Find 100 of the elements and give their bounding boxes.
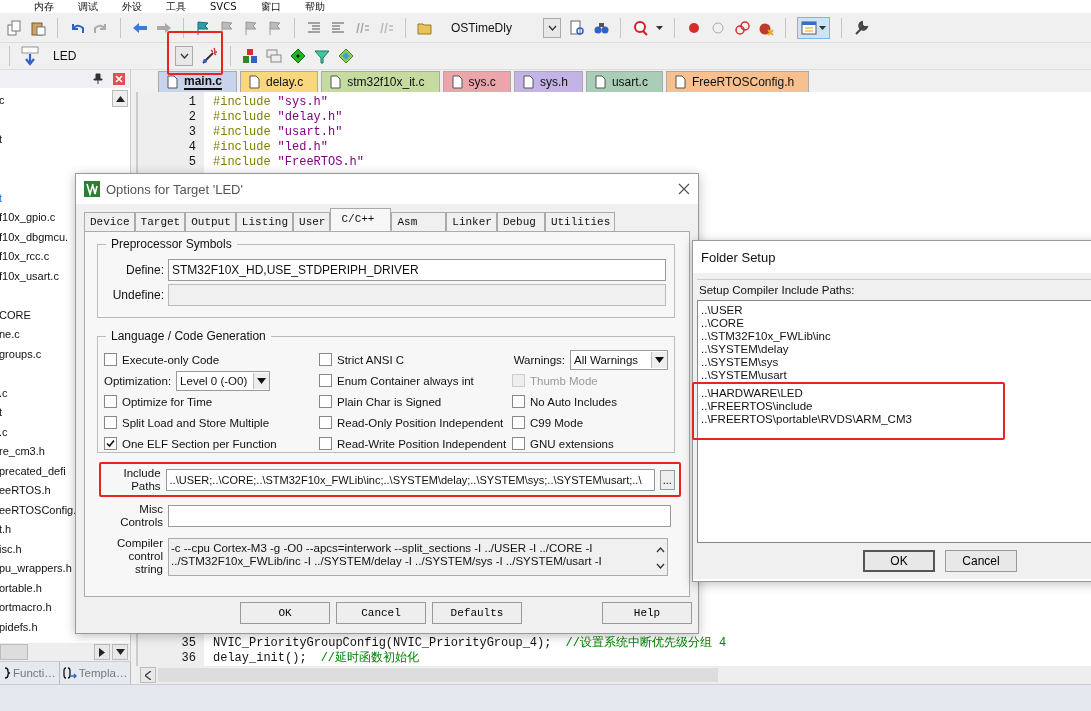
scroll-down-button[interactable]	[112, 644, 128, 660]
dialog-button[interactable]: Defaults	[432, 602, 522, 624]
tree-item[interactable]: t	[0, 188, 3, 208]
tree-item[interactable]: ortmacro.h	[0, 598, 52, 618]
flag-icon[interactable]	[243, 19, 259, 36]
undefine-field[interactable]	[168, 284, 666, 306]
path-item[interactable]: ..\SYSTEM\sys	[701, 356, 779, 369]
blocks-icon[interactable]	[242, 48, 258, 64]
misc-controls-field[interactable]	[168, 505, 671, 527]
path-item[interactable]: ..\FREERTOS\include	[701, 400, 813, 413]
dialog-button[interactable]: Help	[602, 602, 692, 624]
tree-item[interactable]: f10x_dbgmcu.	[0, 227, 69, 247]
menu-item[interactable]: 帮助	[304, 0, 325, 13]
file-tab[interactable]: delay.c	[240, 71, 319, 92]
menu-item[interactable]: 外设	[122, 0, 142, 13]
checkbox[interactable]	[319, 416, 332, 429]
scroll-up-button[interactable]	[112, 90, 128, 107]
tree-item[interactable]: isc.h	[0, 539, 22, 559]
checkbox[interactable]	[512, 437, 525, 450]
scrollbar-thumb[interactable]	[0, 644, 28, 660]
checkbox[interactable]	[512, 395, 525, 408]
tree-item[interactable]: eeRTOSConfig.	[0, 500, 77, 520]
load-icon[interactable]	[21, 46, 39, 66]
windows-icon[interactable]	[266, 48, 282, 64]
checkbox[interactable]	[319, 353, 332, 366]
tree-item[interactable]: t.h	[0, 520, 12, 540]
flag-icon[interactable]	[195, 19, 211, 36]
dialog-tab[interactable]: Debug	[496, 212, 545, 231]
checkbox[interactable]	[104, 353, 117, 366]
file-tab[interactable]: sys.c	[442, 71, 511, 92]
path-item[interactable]: ..\FREERTOS\portable\RVDS\ARM_CM3	[701, 413, 912, 426]
tree-item[interactable]: ne.c	[0, 325, 20, 345]
funnel-icon[interactable]	[314, 48, 330, 64]
dialog-tab[interactable]: Linker	[446, 212, 497, 231]
copy-icon[interactable]	[6, 19, 22, 36]
tree-item[interactable]: eeRTOS.h	[0, 481, 51, 501]
checkbox[interactable]	[104, 437, 117, 450]
tree-item[interactable]: groups.c	[0, 344, 42, 364]
close-button[interactable]	[113, 73, 125, 85]
dialog-tab[interactable]: Listing	[235, 212, 294, 231]
dialog-button[interactable]: OK	[240, 602, 330, 624]
menu-item[interactable]: 内存	[34, 0, 54, 13]
select-field[interactable]: Level 0 (-O0)	[176, 370, 271, 391]
find-in-files-icon[interactable]	[569, 19, 585, 36]
tree-item[interactable]: f10x_usart.c	[0, 266, 59, 286]
dialog-button[interactable]: OK	[863, 550, 935, 572]
linked-circles-icon[interactable]	[734, 19, 750, 36]
tree-item[interactable]: t	[0, 403, 3, 423]
checkbox[interactable]	[104, 416, 117, 429]
magic-wand-icon[interactable]	[201, 47, 219, 65]
layers-icon[interactable]	[338, 48, 354, 64]
file-tab[interactable]: sys.h	[513, 71, 583, 92]
menu-item[interactable]: 工具	[166, 0, 186, 13]
define-field[interactable]: STM32F10X_HD,USE_STDPERIPH_DRIVER	[168, 259, 666, 281]
dialog-button[interactable]: Cancel	[336, 602, 426, 624]
tree-item[interactable]: pidefs.h	[0, 617, 38, 637]
wrench-icon[interactable]	[853, 19, 869, 36]
tree-item[interactable]: f10x_rcc.c	[0, 247, 50, 267]
tree-item[interactable]: ortable.h	[0, 578, 42, 598]
window-layout-button[interactable]	[797, 16, 830, 39]
caret-icon[interactable]	[656, 25, 663, 30]
file-tab[interactable]: main.c	[158, 71, 237, 92]
path-item[interactable]: ..\USER	[701, 304, 743, 317]
pin-icon[interactable]	[93, 73, 103, 85]
include-paths-field[interactable]: ..\USER;..\CORE;..\STM32F10x_FWLib\inc;..\SYSTEM\delay;..\SYSTEM\sys;..\SYSTEM\usart;..\	[165, 469, 655, 491]
menu-item[interactable]: 调试	[78, 0, 98, 13]
indent-icon[interactable]	[306, 19, 322, 36]
dialog-tab[interactable]: C/C++	[330, 208, 392, 231]
path-item[interactable]: ..\SYSTEM\delay	[701, 343, 789, 356]
file-tab[interactable]: FreeRTOSConfig.h	[665, 71, 810, 92]
dialog-tab[interactable]: User	[293, 212, 331, 231]
find-combo[interactable]: OSTimeDly	[445, 17, 561, 38]
tree-item[interactable]: t	[0, 130, 3, 150]
file-tab[interactable]: stm32f10x_it.c	[321, 71, 440, 92]
path-item[interactable]: ..\CORE	[701, 317, 744, 330]
checkbox[interactable]	[319, 374, 332, 387]
target-combo[interactable]: LED	[47, 46, 193, 66]
dialog-tab[interactable]: Utilities	[544, 212, 616, 231]
menu-item[interactable]: SVCS	[210, 0, 237, 13]
flag-icon[interactable]	[267, 19, 283, 36]
tree-item[interactable]: .c	[0, 422, 8, 442]
close-icon[interactable]	[678, 183, 690, 195]
tree-item[interactable]: precated_defi	[0, 461, 66, 481]
dialog-tab[interactable]: Device	[84, 212, 135, 231]
paste-icon[interactable]	[30, 19, 46, 36]
checkbox[interactable]	[319, 437, 332, 450]
tree-item[interactable]: c	[0, 91, 5, 111]
file-tab[interactable]: usart.c	[585, 71, 663, 92]
menu-item[interactable]: 窗口	[260, 0, 281, 13]
select-field[interactable]: All Warnings	[570, 349, 668, 370]
tree-item[interactable]: .c	[0, 383, 8, 403]
tree-item[interactable]: f10x_gpio.c	[0, 208, 56, 228]
diamond-icon[interactable]	[290, 48, 306, 64]
dialog-tab[interactable]: Output	[185, 212, 236, 231]
checkbox[interactable]	[319, 395, 332, 408]
checkbox[interactable]	[104, 395, 117, 408]
path-item[interactable]: ..\HARDWARE\LED	[701, 387, 803, 400]
scroll-right-button[interactable]	[94, 644, 110, 660]
dialog-button[interactable]: Cancel	[945, 550, 1017, 572]
scroll-left-button[interactable]	[140, 667, 156, 683]
